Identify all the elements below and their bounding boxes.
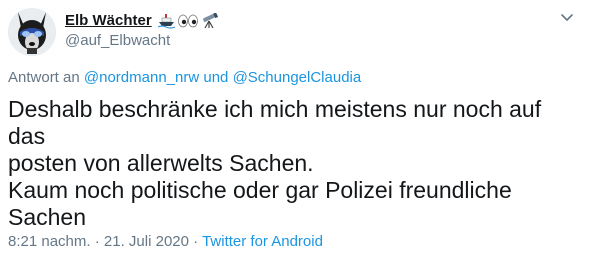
reply-prefix: Antwort an [8, 69, 80, 86]
tweet-card: Elb Wächter @auf_Elbwacht Antwort an @no… [0, 0, 589, 257]
meta-separator-2: · [193, 233, 199, 250]
eyes-icon [177, 13, 199, 29]
ship-icon [157, 13, 175, 29]
reply-to-line: Antwort an @nordmann_nrw und @SchungelCl… [8, 68, 361, 88]
reply-conjunction[interactable]: und [203, 69, 228, 86]
display-name[interactable]: Elb Wächter [65, 11, 152, 31]
dog-avatar-icon [8, 8, 56, 56]
tweet-time[interactable]: 8:21 nachm. [8, 233, 91, 250]
name-emojis [157, 13, 219, 29]
telescope-icon [201, 13, 219, 29]
user-names: Elb Wächter @auf_Elbwacht [65, 11, 219, 51]
user-handle[interactable]: @auf_Elbwacht [65, 31, 219, 51]
chevron-down-icon [561, 14, 573, 21]
meta-separator: · [94, 233, 100, 250]
tweet-text: Deshalb beschränke ich mich meistens nur… [8, 96, 542, 230]
reply-user-nordmann[interactable]: @nordmann_nrw [84, 69, 199, 86]
tweet-source[interactable]: Twitter for Android [202, 233, 323, 250]
display-name-row: Elb Wächter [65, 11, 219, 31]
reply-user-schungel[interactable]: @SchungelClaudia [233, 69, 362, 86]
tweet-meta: 8:21 nachm. · 21. Juli 2020 · Twitter fo… [8, 232, 323, 252]
tweet-menu-button[interactable] [559, 10, 575, 26]
avatar[interactable] [8, 8, 56, 56]
tweet-header: Elb Wächter @auf_Elbwacht [8, 8, 219, 56]
tweet-date[interactable]: 21. Juli 2020 [104, 233, 189, 250]
